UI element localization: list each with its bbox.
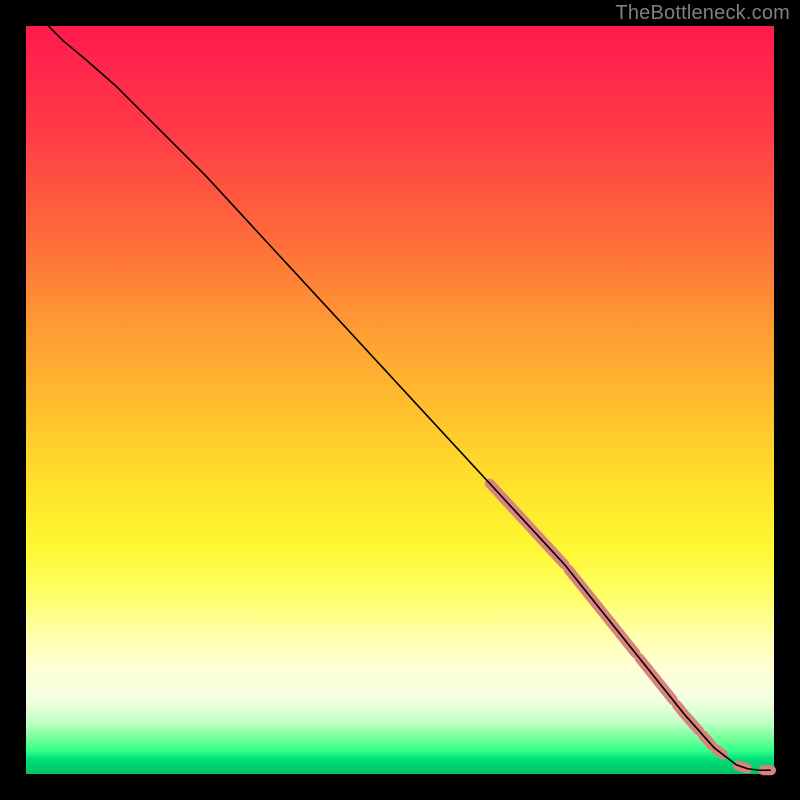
- plot-area: [26, 26, 774, 774]
- chart-stage: TheBottleneck.com: [0, 0, 800, 800]
- plot-svg: [26, 26, 774, 774]
- bottleneck-curve: [48, 26, 770, 770]
- watermark-label: TheBottleneck.com: [615, 2, 790, 25]
- highlight-layer: [490, 484, 771, 771]
